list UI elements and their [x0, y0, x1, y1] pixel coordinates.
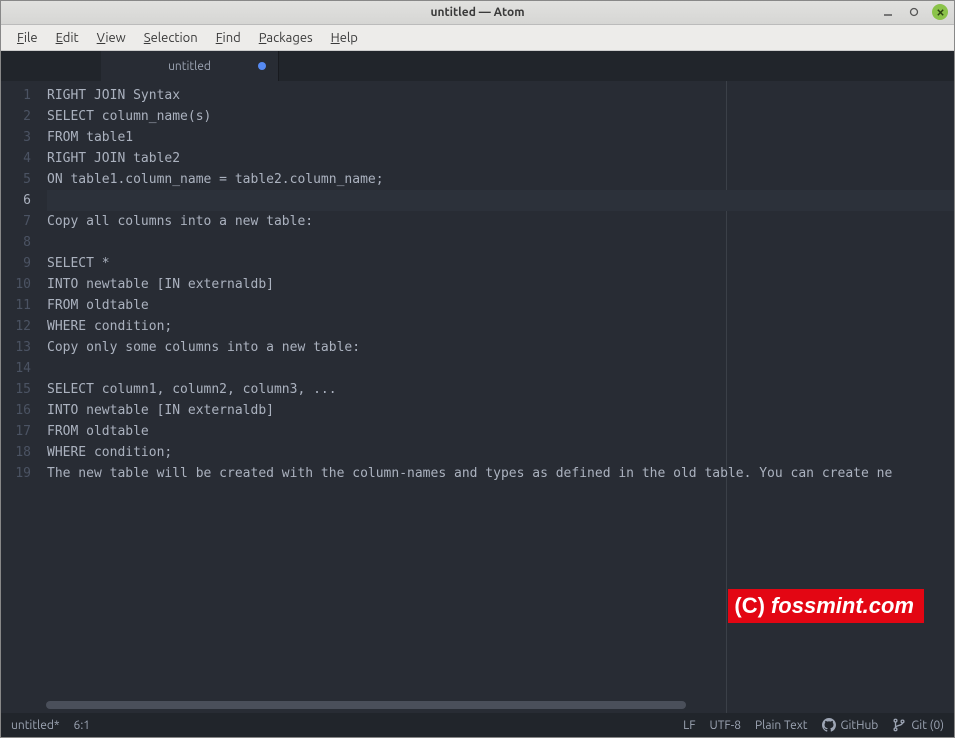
tab-untitled[interactable]: untitled — [101, 51, 279, 81]
menubar: File Edit View Selection Find Packages H… — [1, 25, 954, 51]
line-number: 1 — [1, 85, 31, 106]
maximize-button[interactable] — [906, 4, 922, 20]
code-line[interactable]: The new table will be created with the c… — [47, 463, 954, 484]
app-window: untitled — Atom File Edit View Selection… — [0, 0, 955, 738]
code-line[interactable]: Copy only some columns into a new table: — [47, 337, 954, 358]
status-cursor-position[interactable]: 6:1 — [74, 719, 91, 732]
status-encoding[interactable]: UTF-8 — [710, 719, 741, 732]
menu-find[interactable]: Find — [208, 28, 249, 48]
status-git[interactable]: Git (0) — [892, 718, 944, 732]
code-line[interactable] — [47, 358, 954, 379]
line-number-gutter: 12345678910111213141516171819 — [1, 81, 41, 713]
github-icon — [822, 718, 836, 732]
line-number: 11 — [1, 295, 31, 316]
line-number: 17 — [1, 421, 31, 442]
modified-indicator-icon — [258, 62, 266, 70]
code-line[interactable] — [47, 190, 954, 211]
code-line[interactable]: FROM oldtable — [47, 421, 954, 442]
code-line[interactable]: INTO newtable [IN externaldb] — [47, 274, 954, 295]
status-bar: untitled* 6:1 LF UTF-8 Plain Text GitHub… — [1, 713, 954, 737]
menu-selection[interactable]: Selection — [136, 28, 206, 48]
line-number: 16 — [1, 400, 31, 421]
code-line[interactable] — [47, 232, 954, 253]
code-line[interactable]: WHERE condition; — [47, 442, 954, 463]
code-line[interactable]: SELECT column_name(s) — [47, 106, 954, 127]
menu-file[interactable]: File — [9, 28, 46, 48]
window-controls — [880, 4, 948, 20]
line-number: 14 — [1, 358, 31, 379]
line-number: 12 — [1, 316, 31, 337]
titlebar: untitled — Atom — [1, 1, 954, 25]
menu-view[interactable]: View — [89, 28, 134, 48]
line-number: 7 — [1, 211, 31, 232]
line-number: 15 — [1, 379, 31, 400]
status-filename[interactable]: untitled* — [11, 719, 60, 732]
scrollbar-thumb[interactable] — [46, 701, 686, 709]
horizontal-scrollbar[interactable] — [46, 701, 948, 711]
tab-title: untitled — [168, 60, 211, 73]
editor-area: untitled 12345678910111213141516171819 R… — [1, 51, 954, 713]
watermark-copyright: (C) — [734, 593, 765, 619]
line-number: 5 — [1, 169, 31, 190]
code-line[interactable]: FROM table1 — [47, 127, 954, 148]
menu-packages[interactable]: Packages — [251, 28, 321, 48]
code-line[interactable]: ON table1.column_name = table2.column_na… — [47, 169, 954, 190]
window-title: untitled — Atom — [1, 6, 954, 19]
line-number: 13 — [1, 337, 31, 358]
watermark: (C) fossmint.com — [728, 589, 924, 623]
line-number: 6 — [1, 190, 31, 211]
tab-bar: untitled — [1, 51, 954, 81]
menu-help[interactable]: Help — [323, 28, 366, 48]
code-line[interactable]: SELECT column1, column2, column3, ... — [47, 379, 954, 400]
code-line[interactable]: RIGHT JOIN table2 — [47, 148, 954, 169]
line-number: 10 — [1, 274, 31, 295]
line-number: 2 — [1, 106, 31, 127]
code-line[interactable]: Copy all columns into a new table: — [47, 211, 954, 232]
line-number: 19 — [1, 463, 31, 484]
close-button[interactable] — [932, 4, 948, 20]
line-number: 18 — [1, 442, 31, 463]
line-number: 9 — [1, 253, 31, 274]
code-line[interactable]: FROM oldtable — [47, 295, 954, 316]
line-number: 3 — [1, 127, 31, 148]
menu-edit[interactable]: Edit — [48, 28, 87, 48]
minimize-button[interactable] — [880, 4, 896, 20]
git-branch-icon — [892, 718, 906, 732]
status-grammar[interactable]: Plain Text — [755, 719, 808, 732]
line-number: 8 — [1, 232, 31, 253]
watermark-text: fossmint.com — [771, 593, 914, 619]
code-line[interactable]: RIGHT JOIN Syntax — [47, 85, 954, 106]
code-line[interactable]: INTO newtable [IN externaldb] — [47, 400, 954, 421]
code-line[interactable]: WHERE condition; — [47, 316, 954, 337]
status-line-ending[interactable]: LF — [683, 719, 695, 732]
code-line[interactable]: SELECT * — [47, 253, 954, 274]
status-github[interactable]: GitHub — [822, 718, 879, 732]
line-number: 4 — [1, 148, 31, 169]
tab-spacer — [1, 51, 101, 81]
status-github-label: GitHub — [841, 719, 879, 732]
status-git-label: Git (0) — [911, 719, 944, 732]
